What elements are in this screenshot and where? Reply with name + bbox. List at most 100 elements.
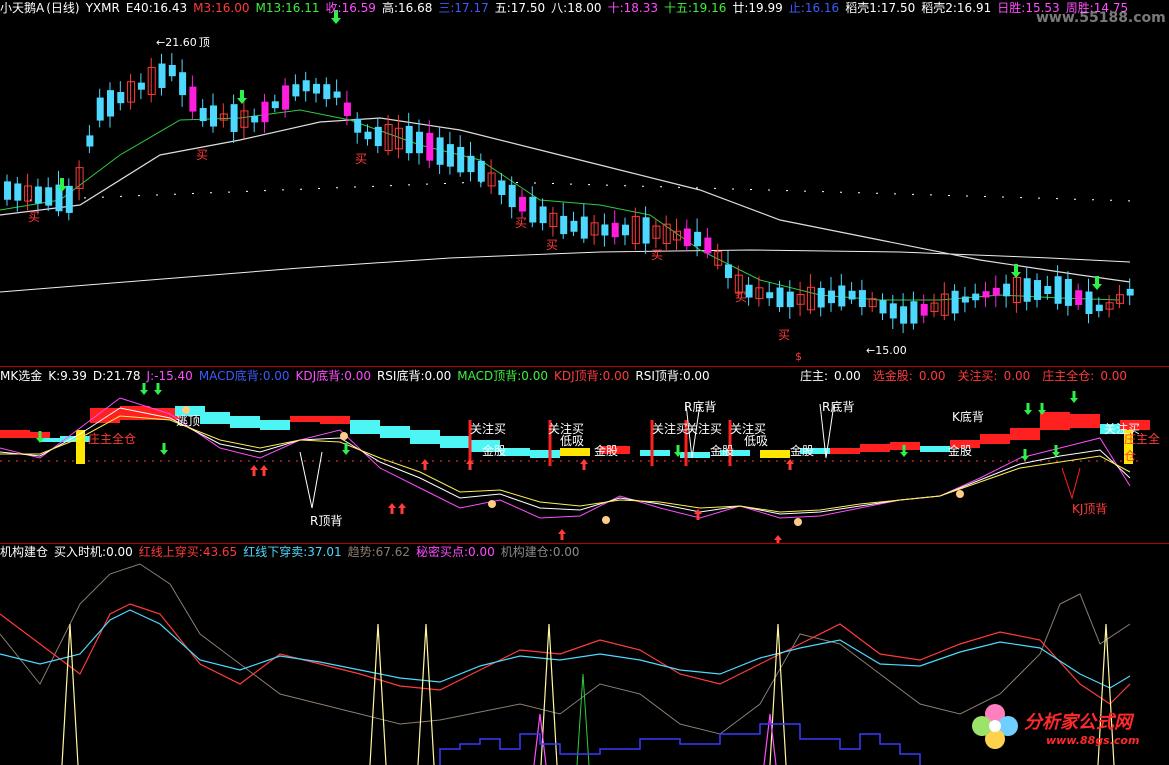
- main-header-item: 稻壳2:16.91: [921, 1, 992, 15]
- hand-pointer-icon: [340, 432, 348, 440]
- volume-block: [560, 448, 590, 456]
- brand-watermark: 分析家公式网: [1024, 712, 1132, 733]
- volume-block: [1070, 414, 1100, 428]
- low-price-label: ←15.00: [866, 344, 907, 357]
- candle-body: [1085, 291, 1093, 314]
- mk-header-item: RSI底背:0.00: [376, 369, 452, 383]
- buy-signal-label: 买: [28, 210, 41, 224]
- r-bottom-label: R底背: [822, 400, 855, 414]
- main-header-item: 三:17.17: [438, 1, 489, 15]
- mk-indicator-chart[interactable]: [0, 368, 1169, 544]
- candle-body: [910, 301, 918, 324]
- candle-body: [364, 131, 372, 140]
- candle-body: [416, 131, 423, 154]
- candle-body: [354, 118, 362, 133]
- buy-signal-label: 买: [546, 238, 559, 252]
- mk-right-bar: 庄主: 0.00 选金股: 0.00 关注买: 0.00 庄主全仓: 0.00: [800, 368, 1139, 384]
- buy-signal-label: 买: [196, 148, 209, 162]
- candle-body: [333, 91, 341, 98]
- volume-block: [290, 416, 320, 422]
- jg-header-item: 机构建仓:0.00: [500, 545, 580, 559]
- candle-body: [477, 160, 485, 182]
- candle-body: [374, 126, 382, 147]
- volume-block: [830, 448, 860, 454]
- main-header-item: M13:16.11: [255, 1, 320, 15]
- volume-block: [640, 450, 670, 456]
- candle-body: [189, 86, 197, 112]
- dollar-marker: $: [795, 350, 802, 363]
- mk-right-item: 庄主: 0.00: [800, 369, 861, 383]
- candle-body: [282, 85, 290, 110]
- hand-pointer-icon: [956, 490, 964, 498]
- green-down-arrow-icon: [154, 383, 162, 395]
- candle-body: [601, 224, 609, 236]
- candle-body: [1003, 283, 1011, 297]
- volume-block: [760, 450, 790, 458]
- candle-body: [34, 186, 42, 204]
- r-bottom-label: R底背: [684, 400, 717, 414]
- volume-block: [90, 408, 120, 423]
- main-header-item: M3:16.00: [193, 1, 250, 15]
- jg-header-item: 趋势:67.62: [347, 545, 410, 559]
- candle-body: [828, 290, 835, 304]
- candle-body: [4, 181, 11, 200]
- volume-block: [230, 416, 260, 428]
- candle-body: [261, 101, 269, 123]
- candle-body: [96, 97, 104, 121]
- candle-body: [14, 183, 22, 201]
- hand-pointer-icon: [794, 518, 802, 526]
- low-absorb-label: 低吸: [560, 434, 585, 448]
- mk-right-item: 关注买: 0.00: [957, 369, 1031, 383]
- green-down-arrow-icon: [342, 443, 350, 455]
- red-up-arrow-icon: [421, 459, 429, 470]
- red-up-arrow-icon: [388, 503, 396, 514]
- buy-spike: [417, 623, 435, 765]
- candle-body: [858, 290, 866, 308]
- mk-header-item: D:21.78: [92, 369, 141, 383]
- candle-body: [570, 220, 578, 232]
- pane-separator: [0, 366, 1169, 367]
- candle-body: [323, 84, 331, 100]
- jg-header-item: 买入时机:0.00: [54, 545, 133, 559]
- main-indicator-bar: 小天鹅A (日线) YXMR E40:16.43 M3:16.00 M13:16.11 收:…: [0, 0, 1140, 16]
- volume-block: [440, 436, 470, 448]
- candle-body: [65, 185, 73, 213]
- candle-body: [271, 101, 279, 109]
- jg-indicator-pane[interactable]: 机构建仓 买入时机:0.00 红线上穿买:43.65 红线下穿卖:37.01 趋势:67…: [0, 544, 1169, 765]
- mk-header-item: RSI顶背:0.00: [635, 369, 710, 383]
- mk-header-item: K:9.39: [48, 369, 87, 383]
- candle-body: [889, 303, 897, 319]
- volume-block: [530, 450, 560, 458]
- price-chart-pane[interactable]: 小天鹅A (日线) YXMR E40:16.43 M3:16.00 M13:16.11 收:…: [0, 0, 1169, 368]
- mk-indicator-pane[interactable]: MK选金 K:9.39 D:21.78 J:-15.40 MACD底背:0.00 KDJ底…: [0, 368, 1169, 544]
- candle-body: [622, 224, 629, 236]
- main-header-item: 稻壳1:17.50: [845, 1, 916, 15]
- candle-body: [292, 84, 300, 97]
- jg-header-item: 秘密买点:0.00: [416, 545, 495, 559]
- candle-body: [405, 125, 413, 154]
- gold-stock-label: 金股: [710, 444, 735, 458]
- green-down-arrow-icon: [1052, 445, 1060, 457]
- jg-name: 机构建仓: [0, 545, 49, 559]
- candle-body: [436, 137, 444, 165]
- candle-body: [1023, 278, 1031, 302]
- candle-body: [302, 80, 310, 92]
- candle-body: [107, 90, 114, 117]
- candle-body: [1054, 276, 1062, 304]
- main-header-item: 高:16.68: [381, 1, 433, 15]
- candle-body: [45, 187, 53, 206]
- gold-stock-label: 金股: [948, 444, 973, 458]
- buy-signal-label: 买: [515, 216, 528, 230]
- candle-body: [920, 304, 928, 316]
- main-header-item: 止:16.16: [788, 1, 840, 15]
- red-up-arrow-icon: [580, 459, 588, 470]
- candle-body: [1044, 286, 1052, 294]
- candlestick-chart[interactable]: [0, 0, 1169, 368]
- green-down-arrow-icon: [237, 90, 247, 104]
- candle-body: [683, 228, 691, 247]
- site-watermark: www.55188.com: [1036, 10, 1166, 26]
- mid-ma-line: [0, 117, 1131, 283]
- candle-body: [1034, 280, 1041, 300]
- main-header-item: 廿:19.99: [732, 1, 783, 15]
- jg-header-item: 红线上穿买:43.65: [138, 545, 238, 559]
